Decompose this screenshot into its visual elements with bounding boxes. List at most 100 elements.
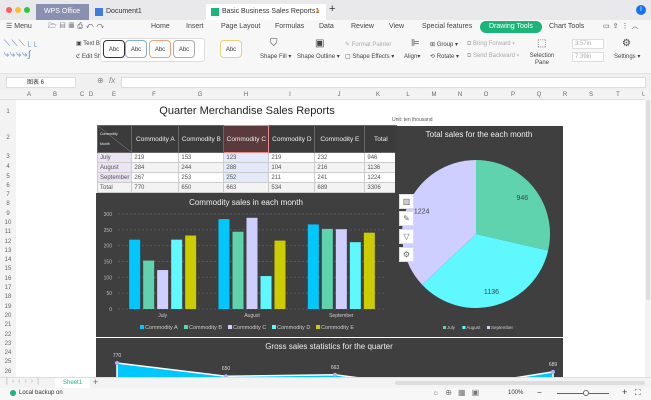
chart-elements-icon[interactable]: ▥ <box>399 194 414 209</box>
vertical-scrollbar[interactable] <box>645 90 651 377</box>
row-header[interactable]: 22 <box>0 330 16 340</box>
row-header[interactable]: 8 <box>0 200 16 210</box>
tab-sales-report[interactable]: Basic Business Sales Reports1 ● <box>206 4 326 20</box>
column-header[interactable]: S <box>581 90 601 100</box>
value-cell[interactable]: 219 <box>268 152 316 163</box>
row-header[interactable]: 17 <box>0 284 16 294</box>
value-cell[interactable]: 211 <box>268 172 316 183</box>
window-actions-icons[interactable]: ▭⇪⋮︿ <box>603 20 641 34</box>
sheet-nav-arrows[interactable]: |‹‹››| <box>6 378 43 385</box>
row-header[interactable]: 21 <box>0 321 16 331</box>
style-option-5[interactable]: Abc <box>220 40 242 58</box>
group-button[interactable]: ⊞ Group ▾ <box>430 41 458 48</box>
zoom-slider[interactable] <box>557 390 609 396</box>
value-cell[interactable]: 252 <box>223 172 270 183</box>
tab-document1[interactable]: Document1 <box>92 4 202 20</box>
month-cell[interactable]: August <box>96 162 133 173</box>
menu-data[interactable]: Data <box>319 20 334 34</box>
zoom-out-button[interactable]: − <box>537 388 542 397</box>
month-cell[interactable]: July <box>96 152 133 163</box>
value-cell[interactable]: 288 <box>223 162 270 173</box>
minimize-window-button[interactable] <box>15 7 21 13</box>
menu-formulas[interactable]: Formulas <box>275 20 304 34</box>
style-option-1[interactable]: Abc <box>103 40 125 58</box>
rotate-button[interactable]: ⟲ Rotate ▾ <box>430 53 459 60</box>
value-cell[interactable]: 3306 <box>364 182 398 193</box>
name-box[interactable]: 图表 6 <box>6 77 76 88</box>
column-header[interactable]: J <box>329 90 349 100</box>
value-cell[interactable]: 650 <box>178 182 225 193</box>
chart-filter-icon[interactable]: ▽ <box>399 229 414 244</box>
shape-effects-button[interactable]: ▢ Shape Effects ▾ <box>345 53 394 60</box>
column-header[interactable]: R <box>555 90 575 100</box>
style-option-4[interactable]: Abc <box>173 40 195 58</box>
column-header[interactable]: P <box>503 90 523 100</box>
value-cell[interactable]: 104 <box>268 162 316 173</box>
row-header[interactable]: 11 <box>0 228 16 238</box>
value-cell[interactable]: 244 <box>178 162 225 173</box>
value-cell[interactable]: 534 <box>268 182 316 193</box>
menu-button[interactable]: ☰ Menu <box>6 20 32 34</box>
corner-cell[interactable]: Commodity Month <box>96 125 133 153</box>
month-cell[interactable]: September <box>96 172 133 183</box>
row-header[interactable]: 16 <box>0 274 16 284</box>
row-header[interactable]: 9 <box>0 209 16 219</box>
row-header[interactable]: 19 <box>0 302 16 312</box>
style-option-2[interactable]: Abc <box>125 40 147 58</box>
column-header[interactable]: H <box>236 90 256 100</box>
row-header[interactable]: 12 <box>0 237 16 247</box>
header-cell[interactable]: Commodity A <box>131 125 180 153</box>
maximize-window-button[interactable] <box>24 7 30 13</box>
backup-status[interactable]: Local backup on <box>19 390 63 396</box>
value-cell[interactable]: 689 <box>314 182 366 193</box>
column-header[interactable]: D <box>81 90 101 100</box>
header-cell[interactable]: Commodity B <box>178 125 225 153</box>
menu-home[interactable]: Home <box>151 20 170 34</box>
user-avatar[interactable]: I <box>636 5 646 15</box>
shape-outline-button[interactable]: Shape Outline ▾ <box>297 53 340 60</box>
chart-style-pencil-icon[interactable]: ✎ <box>399 211 414 226</box>
close-window-button[interactable] <box>6 7 12 13</box>
row-header[interactable]: 4 <box>0 162 16 172</box>
fullscreen-icon[interactable]: ⛶ <box>635 388 641 398</box>
column-header[interactable]: A <box>19 90 39 100</box>
column-header[interactable]: O <box>476 90 496 100</box>
row-header[interactable]: 13 <box>0 246 16 257</box>
value-cell[interactable]: 770 <box>131 182 180 193</box>
vertical-scroll-thumb[interactable] <box>646 100 650 300</box>
sheet-tab-sheet1[interactable]: Sheet1 <box>55 378 91 388</box>
row-header[interactable]: 20 <box>0 311 16 322</box>
row-header[interactable]: 10 <box>0 218 16 229</box>
column-header[interactable]: T <box>608 90 628 100</box>
style-option-3[interactable]: Abc <box>149 40 171 58</box>
zoom-formula-icon[interactable]: ⊕ <box>97 76 104 85</box>
header-cell[interactable]: Total <box>364 125 398 153</box>
column-header[interactable]: F <box>144 90 164 100</box>
shape-height-input[interactable]: 3.57in <box>572 39 604 49</box>
column-header[interactable]: K <box>368 90 388 100</box>
row-header[interactable]: 14 <box>0 256 16 266</box>
view-mode-icons[interactable]: ☼⊕▦▣ <box>432 388 485 397</box>
column-header[interactable]: E <box>104 90 124 100</box>
value-cell[interactable]: 253 <box>178 172 225 183</box>
horizontal-scrollbar[interactable] <box>395 381 645 385</box>
row-header[interactable]: 23 <box>0 339 16 350</box>
bring-forward-button[interactable]: ⧉ Bring Forward ▾ <box>467 41 515 48</box>
align-button[interactable]: Align▾ <box>404 53 420 60</box>
header-cell[interactable]: Commodity D <box>268 125 316 153</box>
column-header[interactable]: L <box>398 90 418 100</box>
column-header[interactable]: I <box>280 90 300 100</box>
row-header[interactable]: 7 <box>0 191 16 201</box>
row-header[interactable]: 25 <box>0 358 16 368</box>
row-header[interactable]: 1 <box>0 100 16 125</box>
menu-view[interactable]: View <box>389 20 404 34</box>
zoom-in-button[interactable]: + <box>622 387 627 397</box>
value-cell[interactable]: 219 <box>131 152 180 163</box>
value-cell[interactable]: 946 <box>364 152 398 163</box>
zoom-level[interactable]: 100% <box>508 390 523 396</box>
header-cell[interactable]: Commodity E <box>314 125 366 153</box>
value-cell[interactable]: 232 <box>314 152 366 163</box>
chart-settings-icon[interactable]: ⚙ <box>399 247 414 262</box>
value-cell[interactable]: 1136 <box>364 162 398 173</box>
row-header[interactable]: 26 <box>0 367 16 377</box>
